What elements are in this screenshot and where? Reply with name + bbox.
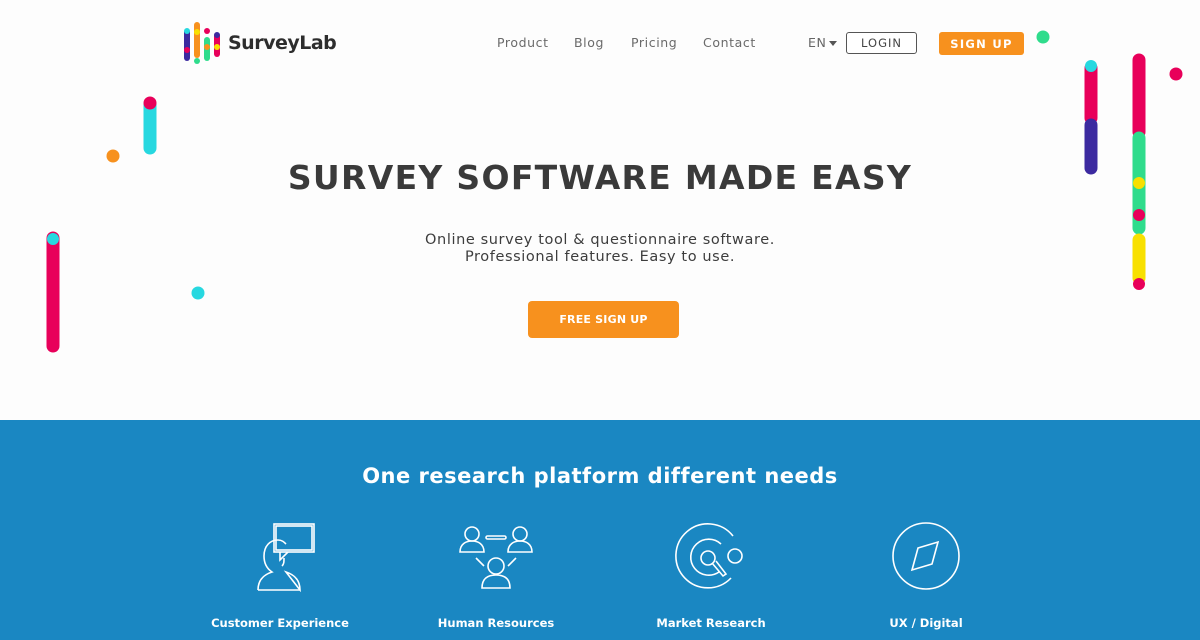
platform-title: One research platform different needs xyxy=(362,464,838,488)
feature-market-research[interactable]: Market Research xyxy=(611,520,811,630)
feature-customer-experience[interactable]: Customer Experience xyxy=(180,520,380,630)
nav-link-contact[interactable]: Contact xyxy=(703,35,756,50)
feature-label: Customer Experience xyxy=(211,616,349,630)
people-network-icon xyxy=(459,526,533,589)
deco-dot xyxy=(1133,209,1145,221)
feature-label: UX / Digital xyxy=(889,616,963,630)
hero-headline: SURVEY SOFTWARE MADE EASY xyxy=(287,158,913,197)
nav-link-blog[interactable]: Blog xyxy=(574,35,604,50)
hero-subtitle-line2: Professional features. Easy to use. xyxy=(464,249,736,265)
nav-link-pricing[interactable]: Pricing xyxy=(631,35,677,50)
brand-name: SurveyLab xyxy=(228,32,337,54)
feature-label: Market Research xyxy=(656,616,766,630)
compass-icon xyxy=(892,522,960,590)
free-signup-button[interactable]: FREE SIGN UP xyxy=(528,301,679,338)
login-button[interactable]: LOGIN xyxy=(846,32,917,54)
hero-subtitle-line1: Online survey tool & questionnaire softw… xyxy=(425,232,775,248)
caret-down-icon xyxy=(829,41,838,46)
language-label: EN xyxy=(808,35,827,50)
signup-button[interactable]: SIGN UP xyxy=(939,32,1024,55)
target-research-icon xyxy=(675,523,743,589)
feature-ux-digital[interactable]: UX / Digital xyxy=(826,520,1026,630)
logo-mark-icon xyxy=(184,22,220,64)
customer-speech-icon xyxy=(257,523,315,592)
feature-human-resources[interactable]: Human Resources xyxy=(396,520,596,630)
feature-label: Human Resources xyxy=(437,616,555,630)
nav-link-product[interactable]: Product xyxy=(497,35,549,50)
platform-section: One research platform different needs Cu… xyxy=(0,420,1200,640)
deco-dot xyxy=(143,96,157,110)
logo[interactable]: SurveyLab xyxy=(182,20,337,66)
hero-section: SurveyLab Product Blog Pricing Contact E… xyxy=(0,0,1200,420)
language-selector[interactable]: EN xyxy=(808,35,838,50)
deco-dot xyxy=(191,286,205,300)
deco-dot xyxy=(1133,278,1145,290)
site-header: SurveyLab Product Blog Pricing Contact E… xyxy=(0,0,1200,86)
